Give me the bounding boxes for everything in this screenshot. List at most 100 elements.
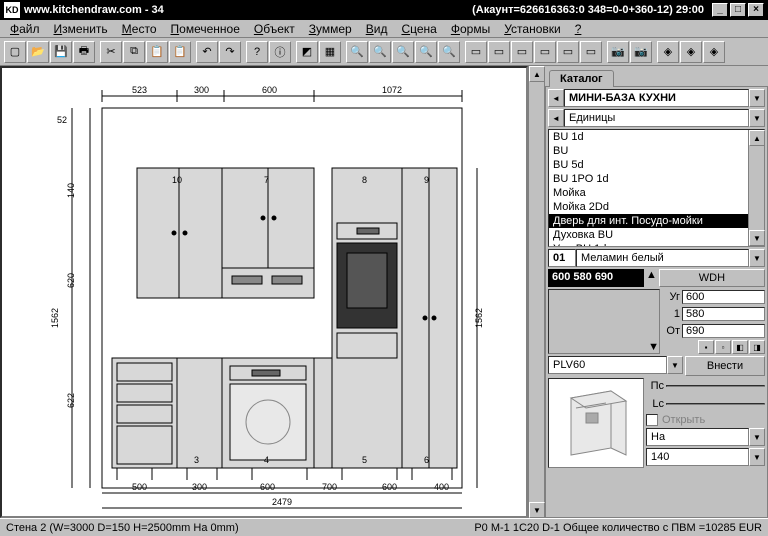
d-input[interactable]: 580 xyxy=(682,307,765,321)
listbox-scrollbar[interactable]: ▲ ▼ xyxy=(748,130,764,246)
list-item[interactable]: BU 5d xyxy=(549,158,748,172)
menubar: Файл Изменить Место Помеченное Объект Зу… xyxy=(0,20,768,38)
view6-icon[interactable]: ▭ xyxy=(580,41,602,63)
w-label: Уг xyxy=(662,291,682,303)
menu-zoom[interactable]: Зуммер xyxy=(303,21,358,37)
drawing-canvas[interactable]: 523 300 600 1072 52 140 620 622 1562 156… xyxy=(0,66,528,518)
list-item[interactable]: BU xyxy=(549,144,748,158)
dim-down-icon[interactable]: ▼ xyxy=(648,341,659,353)
view4-icon[interactable]: ▭ xyxy=(534,41,556,63)
h-input[interactable]: 690 xyxy=(682,324,765,338)
svg-text:10: 10 xyxy=(172,175,182,185)
svg-text:1072: 1072 xyxy=(382,85,402,95)
misc2-icon[interactable]: ◈ xyxy=(680,41,702,63)
zoom-out-icon[interactable]: 🔍 xyxy=(369,41,391,63)
view1-icon[interactable]: ▭ xyxy=(465,41,487,63)
misc1-icon[interactable]: ◈ xyxy=(657,41,679,63)
redo-icon[interactable]: ↷ xyxy=(219,41,241,63)
open-checkbox[interactable]: Открыть xyxy=(646,414,765,426)
camera2-icon[interactable]: 📷 xyxy=(630,41,652,63)
opt3-icon[interactable]: ◧ xyxy=(732,340,748,354)
minimize-button[interactable]: _ xyxy=(712,3,728,17)
dim-up-icon[interactable]: ▲ xyxy=(646,269,657,287)
catalog-prev-icon[interactable]: ◄ xyxy=(548,89,564,107)
svg-text:500: 500 xyxy=(132,482,147,492)
menu-place[interactable]: Место xyxy=(116,21,163,37)
wdh-button[interactable]: WDH xyxy=(659,269,765,287)
catalog-name[interactable]: МИНИ-БАЗА КУХНИ xyxy=(564,89,749,107)
misc3-icon[interactable]: ◈ xyxy=(703,41,725,63)
maximize-button[interactable]: □ xyxy=(730,3,746,17)
side-dropdown-icon[interactable]: ▼ xyxy=(749,428,765,446)
menu-file[interactable]: Файл xyxy=(4,21,46,37)
catalog-dropdown-icon[interactable]: ▼ xyxy=(749,89,765,107)
list-item[interactable]: BU 1d xyxy=(549,130,748,144)
menu-forms[interactable]: Формы xyxy=(445,21,496,37)
list-scroll-up-icon[interactable]: ▲ xyxy=(749,130,765,146)
svg-text:2479: 2479 xyxy=(272,497,292,507)
menu-help[interactable]: ? xyxy=(569,21,588,37)
view3-icon[interactable]: ▭ xyxy=(511,41,533,63)
filter-dropdown-icon[interactable]: ▼ xyxy=(749,109,765,127)
list-item[interactable]: Мойка xyxy=(549,186,748,200)
finish-code: 01 xyxy=(548,249,576,267)
menu-object[interactable]: Объект xyxy=(248,21,301,37)
view2-icon[interactable]: ▭ xyxy=(488,41,510,63)
list-item[interactable]: Духовка BU xyxy=(549,228,748,242)
opt2-icon[interactable]: ▫ xyxy=(715,340,731,354)
cut-icon[interactable]: ✂ xyxy=(100,41,122,63)
filter-prev-icon[interactable]: ◄ xyxy=(548,109,564,127)
list-item[interactable]: BU 1PO 1d xyxy=(549,172,748,186)
info-icon[interactable]: ⓘ xyxy=(269,41,291,63)
canvas-scrollbar-v[interactable]: ▲ ▼ xyxy=(528,66,544,518)
open-icon[interactable]: 📂 xyxy=(27,41,49,63)
scroll-down-icon[interactable]: ▼ xyxy=(529,502,545,518)
menu-marked[interactable]: Помеченное xyxy=(165,21,246,37)
dim-header: 600 580 690 xyxy=(548,269,644,287)
save-icon[interactable]: 💾 xyxy=(50,41,72,63)
finish-dropdown-icon[interactable]: ▼ xyxy=(749,249,765,267)
pl-input[interactable] xyxy=(666,385,765,387)
qty-dropdown-icon[interactable]: ▼ xyxy=(749,448,765,466)
svg-text:5: 5 xyxy=(362,455,367,465)
close-button[interactable]: × xyxy=(748,3,764,17)
l-label: Lс xyxy=(646,398,666,410)
help-icon[interactable]: ? xyxy=(246,41,268,63)
menu-settings[interactable]: Установки xyxy=(498,21,567,37)
tab-catalog[interactable]: Каталог xyxy=(549,70,614,87)
w-input[interactable]: 600 xyxy=(682,290,765,304)
tool-b-icon[interactable]: ▦ xyxy=(319,41,341,63)
tool-a-icon[interactable]: ◩ xyxy=(296,41,318,63)
finish-name[interactable]: Меламин белый xyxy=(576,249,749,267)
print-icon[interactable]: 🖶 xyxy=(73,41,95,63)
zoom-all-icon[interactable]: 🔍 xyxy=(438,41,460,63)
insert-button[interactable]: Внести xyxy=(685,356,765,376)
view5-icon[interactable]: ▭ xyxy=(557,41,579,63)
opt1-icon[interactable]: ▪ xyxy=(698,340,714,354)
scroll-up-icon[interactable]: ▲ xyxy=(529,66,545,82)
menu-scene[interactable]: Сцена xyxy=(395,21,442,37)
list-item[interactable]: Мойка 2Dd xyxy=(549,200,748,214)
new-icon[interactable]: ▢ xyxy=(4,41,26,63)
copy-icon[interactable]: ⧉ xyxy=(123,41,145,63)
filter-field[interactable]: Единицы xyxy=(564,109,749,127)
zoom-win-icon[interactable]: 🔍 xyxy=(415,41,437,63)
zoom-in-icon[interactable]: 🔍 xyxy=(346,41,368,63)
opt4-icon[interactable]: ◨ xyxy=(749,340,765,354)
side-field[interactable]: На xyxy=(646,428,749,446)
list-item[interactable]: Угл. BU 1d xyxy=(549,242,748,246)
undo-icon[interactable]: ↶ xyxy=(196,41,218,63)
zoom-fit-icon[interactable]: 🔍 xyxy=(392,41,414,63)
model-dropdown-icon[interactable]: ▼ xyxy=(667,356,683,374)
list-scroll-down-icon[interactable]: ▼ xyxy=(749,230,765,246)
camera-icon[interactable]: 📷 xyxy=(607,41,629,63)
paste2-icon[interactable]: 📋 xyxy=(169,41,191,63)
model-field[interactable]: PLV60 xyxy=(548,356,667,374)
menu-edit[interactable]: Изменить xyxy=(48,21,114,37)
menu-view[interactable]: Вид xyxy=(360,21,394,37)
list-item[interactable]: Дверь для инт. Посудо-мойки xyxy=(549,214,748,228)
paste-icon[interactable]: 📋 xyxy=(146,41,168,63)
l-input[interactable] xyxy=(666,403,765,405)
items-listbox[interactable]: BU 1dBUBU 5dBU 1PO 1dМойкаМойка 2DdДверь… xyxy=(548,129,765,247)
qty-field[interactable]: 140 xyxy=(646,448,749,466)
